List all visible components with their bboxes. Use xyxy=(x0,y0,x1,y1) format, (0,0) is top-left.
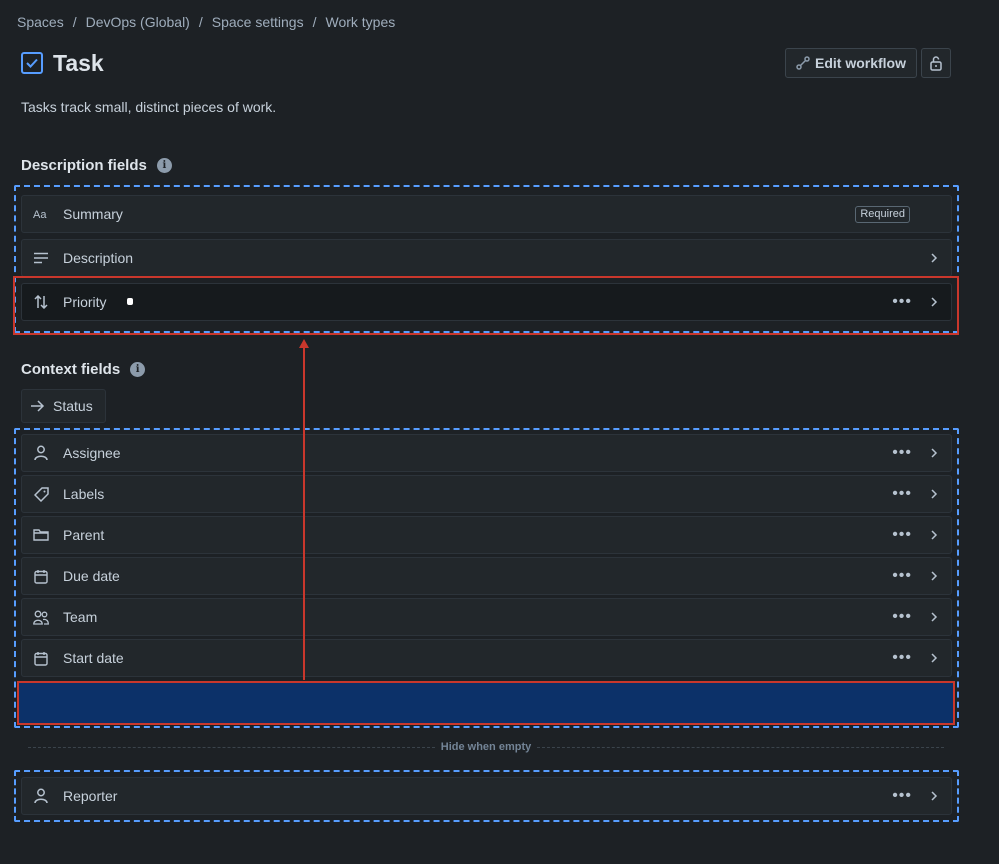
page-title: Task xyxy=(53,49,104,76)
hide-when-empty-divider: Hide when empty xyxy=(28,740,944,754)
field-start-date[interactable]: Start date ••• xyxy=(21,639,952,677)
field-label: Description xyxy=(63,250,134,266)
drag-arrow-line xyxy=(303,346,305,680)
arrow-right-icon xyxy=(31,400,45,412)
field-label: Summary xyxy=(63,206,123,222)
workflow-icon xyxy=(796,56,810,70)
field-team[interactable]: Team ••• xyxy=(21,598,952,636)
person-icon xyxy=(33,445,49,461)
status-field[interactable]: Status xyxy=(21,389,106,423)
unlock-icon xyxy=(930,56,942,71)
mouse-cursor-icon xyxy=(127,298,133,305)
breadcrumb-space[interactable]: DevOps (Global) xyxy=(86,14,190,30)
person-icon xyxy=(33,788,49,804)
folder-icon xyxy=(33,527,49,543)
chevron-right-icon[interactable] xyxy=(930,599,938,635)
hide-when-empty-label: Hide when empty xyxy=(440,741,532,753)
chevron-right-icon[interactable] xyxy=(930,240,938,276)
field-parent[interactable]: Parent ••• xyxy=(21,516,952,554)
field-assignee[interactable]: Assignee ••• xyxy=(21,434,952,472)
title-row: Task Edit workflow xyxy=(21,48,951,78)
lock-button[interactable] xyxy=(921,48,951,78)
field-label: Labels xyxy=(63,486,105,502)
context-fields-heading: Context fields i xyxy=(21,361,146,378)
more-options-icon[interactable]: ••• xyxy=(892,778,912,814)
edit-workflow-label: Edit workflow xyxy=(815,55,906,71)
section-title: Description fields xyxy=(21,157,147,174)
edit-workflow-button[interactable]: Edit workflow xyxy=(785,48,917,78)
priority-highlight-box xyxy=(13,276,959,335)
info-icon[interactable]: i xyxy=(156,158,172,173)
field-label: Assignee xyxy=(63,445,121,461)
info-icon[interactable]: i xyxy=(130,362,146,377)
chevron-right-icon[interactable] xyxy=(930,558,938,594)
checkbox-task-icon xyxy=(21,52,43,74)
chevron-right-icon[interactable] xyxy=(930,476,938,512)
field-label: Parent xyxy=(63,527,105,543)
description-fields-heading: Description fields i xyxy=(21,157,172,174)
breadcrumb-space-settings[interactable]: Space settings xyxy=(212,14,304,30)
section-title: Context fields xyxy=(21,361,121,378)
field-label: Start date xyxy=(63,650,124,666)
calendar-icon xyxy=(33,650,49,666)
more-options-icon[interactable]: ••• xyxy=(892,640,912,676)
more-options-icon[interactable]: ••• xyxy=(892,476,912,512)
field-due-date[interactable]: Due date ••• xyxy=(21,557,952,595)
field-description[interactable]: Description xyxy=(21,239,952,277)
status-label: Status xyxy=(53,398,93,414)
breadcrumb-separator: / xyxy=(198,14,203,30)
text-icon: Aa xyxy=(33,206,49,222)
field-label: Reporter xyxy=(63,788,118,804)
lines-icon xyxy=(33,250,49,266)
calendar-icon xyxy=(33,568,49,584)
chevron-right-icon[interactable] xyxy=(930,778,938,814)
field-reporter[interactable]: Reporter ••• xyxy=(21,777,952,815)
divider-dash xyxy=(28,746,435,748)
breadcrumb-separator: / xyxy=(312,14,317,30)
more-options-icon[interactable]: ••• xyxy=(892,435,912,471)
title-actions: Edit workflow xyxy=(785,48,951,78)
tag-icon xyxy=(33,486,49,502)
more-options-icon[interactable]: ••• xyxy=(892,599,912,635)
page-description: Tasks track small, distinct pieces of wo… xyxy=(21,99,277,115)
required-badge: Required xyxy=(855,206,910,223)
chevron-right-icon[interactable] xyxy=(930,435,938,471)
drop-target-slot[interactable] xyxy=(17,681,955,725)
field-labels[interactable]: Labels ••• xyxy=(21,475,952,513)
more-options-icon[interactable]: ••• xyxy=(892,517,912,553)
field-label: Due date xyxy=(63,568,120,584)
breadcrumb: Spaces / DevOps (Global) / Space setting… xyxy=(17,14,395,30)
people-icon xyxy=(33,609,49,625)
more-options-icon[interactable]: ••• xyxy=(892,558,912,594)
drag-arrow-head-icon xyxy=(299,339,309,348)
breadcrumb-spaces[interactable]: Spaces xyxy=(17,14,64,30)
svg-text:Aa: Aa xyxy=(33,209,47,220)
breadcrumb-separator: / xyxy=(72,14,77,30)
chevron-right-icon[interactable] xyxy=(930,517,938,553)
divider-dash xyxy=(537,746,944,748)
field-summary[interactable]: Aa Summary Required xyxy=(21,195,952,233)
field-label: Team xyxy=(63,609,98,625)
chevron-right-icon[interactable] xyxy=(930,640,938,676)
breadcrumb-work-types[interactable]: Work types xyxy=(325,14,395,30)
